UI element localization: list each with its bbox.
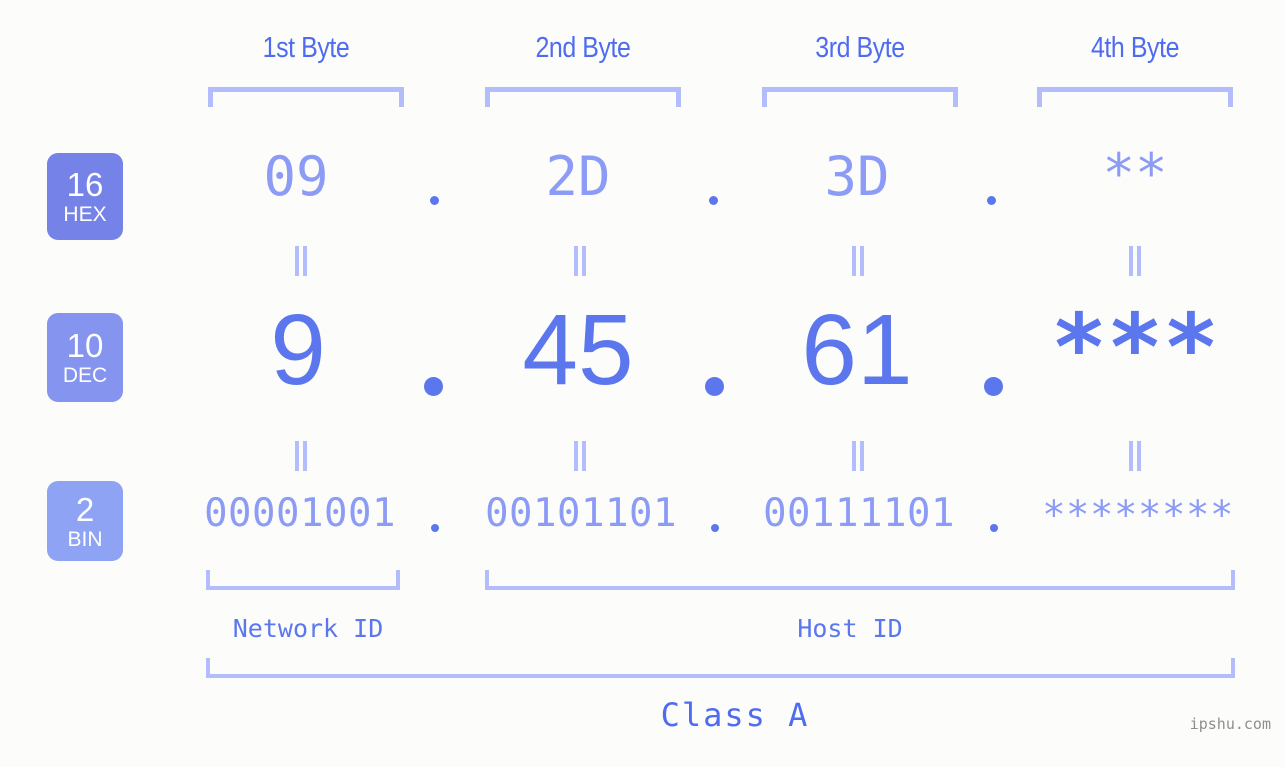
base-badge-bin-number: 2	[75, 490, 95, 528]
base-badge-bin: 2 BIN	[47, 481, 123, 561]
bin-separator-1	[431, 524, 439, 532]
equals-icon-8	[1128, 441, 1142, 471]
host-id-bracket	[485, 570, 1235, 590]
class-label: Class A	[660, 696, 810, 734]
bin-separator-2	[711, 524, 719, 532]
hex-byte-2: 2D	[545, 145, 611, 208]
equals-icon-3	[851, 246, 865, 276]
network-id-bracket	[206, 570, 400, 590]
byte-header-4: 4th Byte	[1090, 32, 1180, 64]
byte-header-3: 3rd Byte	[815, 32, 905, 64]
base-badge-hex: 16 HEX	[47, 153, 123, 240]
dec-separator-1	[424, 377, 443, 396]
equals-icon-5	[294, 441, 308, 471]
byte-header-2: 2nd Byte	[535, 32, 631, 64]
equals-icon-4	[1128, 246, 1142, 276]
host-id-label: Host ID	[797, 614, 903, 643]
hex-byte-3: 3D	[824, 145, 890, 208]
bin-byte-4: ********	[1042, 493, 1234, 538]
bin-byte-3: 00111101	[763, 491, 955, 536]
equals-icon-6	[573, 441, 587, 471]
byte-bracket-2	[485, 87, 681, 107]
base-badge-bin-name: BIN	[67, 527, 103, 551]
hex-byte-1: 09	[263, 145, 329, 208]
ip-address-breakdown-diagram: 1st Byte 2nd Byte 3rd Byte 4th Byte 16 H…	[0, 0, 1285, 767]
base-badge-dec: 10 DEC	[47, 313, 123, 402]
dec-separator-2	[705, 377, 724, 396]
base-badge-hex-number: 16	[66, 166, 104, 203]
hex-separator-3	[987, 196, 996, 205]
watermark: ipshu.com	[1189, 715, 1271, 733]
hex-byte-4: **	[1102, 142, 1168, 205]
equals-icon-2	[573, 246, 587, 276]
bin-separator-3	[990, 524, 998, 532]
base-badge-dec-number: 10	[66, 327, 104, 364]
hex-separator-2	[709, 196, 718, 205]
hex-separator-1	[430, 196, 439, 205]
base-badge-hex-name: HEX	[63, 203, 107, 226]
class-bracket	[206, 658, 1235, 678]
byte-bracket-1	[208, 87, 404, 107]
dec-byte-1: 9	[270, 294, 326, 406]
dec-byte-4: ***	[1051, 294, 1219, 402]
byte-bracket-3	[762, 87, 958, 107]
equals-icon-1	[294, 246, 308, 276]
dec-byte-2: 45	[522, 294, 634, 406]
dec-separator-3	[984, 377, 1003, 396]
byte-bracket-4	[1037, 87, 1233, 107]
network-id-label: Network ID	[232, 614, 384, 643]
bin-byte-1: 00001001	[204, 491, 396, 536]
base-badge-dec-name: DEC	[62, 364, 108, 387]
dec-byte-3: 61	[801, 294, 913, 406]
byte-header-1: 1st Byte	[262, 32, 350, 64]
equals-icon-7	[851, 441, 865, 471]
bin-byte-2: 00101101	[485, 491, 677, 536]
